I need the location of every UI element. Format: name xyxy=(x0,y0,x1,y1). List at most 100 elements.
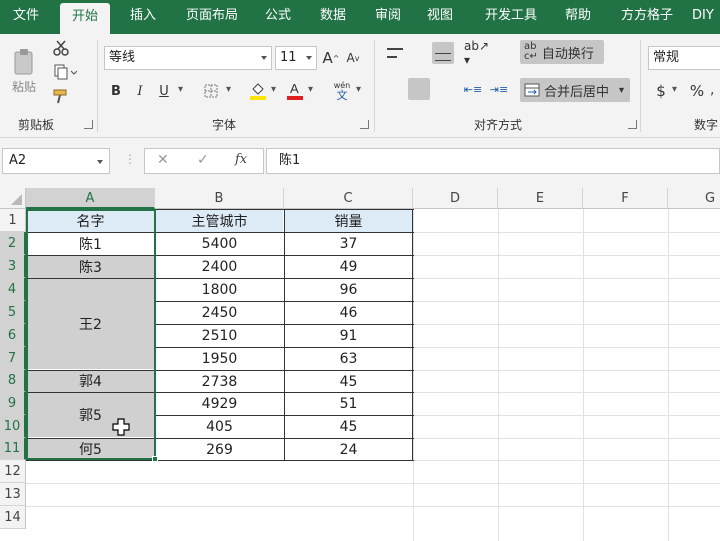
alignment-launcher-icon[interactable] xyxy=(628,120,637,129)
font-size-select[interactable]: 11 xyxy=(275,46,317,70)
comma-style-icon[interactable]: , xyxy=(710,82,714,98)
align-center-icon[interactable] xyxy=(408,78,430,100)
cell-c8[interactable]: 45 xyxy=(285,371,412,392)
row-header-13[interactable]: 13 xyxy=(0,483,26,506)
tab-formulas[interactable]: 公式 xyxy=(256,0,300,34)
row-header-4[interactable]: 4 xyxy=(0,278,26,301)
tab-fangfang[interactable]: 方方格子 xyxy=(612,0,682,34)
paste-button[interactable] xyxy=(8,42,40,82)
row-header-2[interactable]: 2 xyxy=(0,232,26,255)
orientation-button[interactable]: ab↗ ▾ xyxy=(464,39,498,67)
fill-color-button[interactable] xyxy=(246,78,270,102)
shrink-font-button[interactable]: Av xyxy=(344,46,362,70)
chevron-down-icon[interactable]: ▾ xyxy=(271,84,276,95)
row-header-14[interactable]: 14 xyxy=(0,506,26,529)
font-name-select[interactable]: 等线 xyxy=(104,46,272,70)
cell-c9[interactable]: 51 xyxy=(285,393,412,415)
cell-b7[interactable]: 1950 xyxy=(156,348,283,370)
column-header-c[interactable]: C xyxy=(284,188,413,209)
tab-help[interactable]: 帮助 xyxy=(556,0,600,34)
cell-c10[interactable]: 45 xyxy=(285,416,412,438)
cancel-icon[interactable]: ✕ xyxy=(157,152,169,168)
merge-center-button[interactable]: 合并后居中 ▾ xyxy=(520,78,630,102)
cell-b6[interactable]: 2510 xyxy=(156,325,283,347)
column-header-b[interactable]: B xyxy=(155,188,284,209)
cell-a9-merged[interactable]: 郭5 xyxy=(27,393,154,437)
cell-c1[interactable]: 销量 xyxy=(285,210,412,232)
align-top-icon[interactable] xyxy=(384,42,406,64)
cell-a3[interactable]: 陈3 xyxy=(27,256,154,278)
align-right-icon[interactable] xyxy=(432,78,454,100)
cut-button[interactable] xyxy=(50,38,72,58)
align-bottom-icon[interactable] xyxy=(432,42,454,64)
tab-insert[interactable]: 插入 xyxy=(118,0,168,34)
cell-c4[interactable]: 96 xyxy=(285,279,412,301)
chevron-down-icon[interactable]: ▾ xyxy=(356,84,361,95)
column-header-d[interactable]: D xyxy=(413,188,498,209)
row-header-10[interactable]: 10 xyxy=(0,415,26,438)
row-header-6[interactable]: 6 xyxy=(0,324,26,347)
cell-c5[interactable]: 46 xyxy=(285,302,412,324)
chevron-down-icon[interactable]: ▾ xyxy=(178,84,183,95)
row-header-12[interactable]: 12 xyxy=(0,460,26,483)
formula-input[interactable]: 陈1 xyxy=(266,148,720,174)
currency-button[interactable]: $ xyxy=(652,80,670,102)
cell-a4-merged[interactable]: 王2 xyxy=(27,279,154,369)
tab-view[interactable]: 视图 xyxy=(418,0,462,34)
column-header-g[interactable]: G xyxy=(668,188,720,209)
select-all-corner[interactable] xyxy=(0,188,26,209)
tab-developer[interactable]: 开发工具 xyxy=(474,0,548,34)
tab-diy[interactable]: DIY xyxy=(692,0,720,34)
cell-c3[interactable]: 49 xyxy=(285,256,412,278)
cell-b11[interactable]: 269 xyxy=(156,439,283,460)
column-header-a[interactable]: A xyxy=(26,188,155,209)
row-header-1[interactable]: 1 xyxy=(0,209,26,232)
decrease-indent-icon[interactable]: ⇤≡ xyxy=(462,78,484,100)
cell-b5[interactable]: 2450 xyxy=(156,302,283,324)
number-format-select[interactable]: 常规 xyxy=(648,46,720,70)
bold-button[interactable]: B xyxy=(106,80,126,102)
cell-c6[interactable]: 91 xyxy=(285,325,412,347)
format-painter-button[interactable] xyxy=(50,86,72,106)
copy-button[interactable] xyxy=(50,62,80,82)
increase-indent-icon[interactable]: ⇥≡ xyxy=(488,78,510,100)
cell-a1[interactable]: 名字 xyxy=(27,210,154,232)
cell-c7[interactable]: 63 xyxy=(285,348,412,370)
row-header-3[interactable]: 3 xyxy=(0,255,26,278)
tab-home[interactable]: 开始 xyxy=(60,3,110,34)
cell-b9[interactable]: 4929 xyxy=(156,393,283,415)
font-launcher-icon[interactable] xyxy=(360,120,369,129)
cell-b8[interactable]: 2738 xyxy=(156,371,283,392)
cell-a11[interactable]: 何5 xyxy=(27,438,154,459)
cell-b2[interactable]: 5400 xyxy=(156,233,283,255)
name-box[interactable]: A2 xyxy=(2,148,110,174)
chevron-down-icon[interactable]: ▾ xyxy=(672,84,677,95)
cell-a8[interactable]: 郭4 xyxy=(27,370,154,392)
cell-c2[interactable]: 37 xyxy=(285,233,412,255)
row-header-5[interactable]: 5 xyxy=(0,301,26,324)
row-header-7[interactable]: 7 xyxy=(0,347,26,370)
row-header-8[interactable]: 8 xyxy=(0,370,26,392)
underline-button[interactable]: U xyxy=(154,80,174,102)
tab-page-layout[interactable]: 页面布局 xyxy=(176,0,248,34)
wrap-text-button[interactable]: ab c↵ 自动换行 xyxy=(520,40,604,64)
borders-button[interactable] xyxy=(198,80,224,102)
column-header-f[interactable]: F xyxy=(583,188,668,209)
insert-function-button[interactable]: fx xyxy=(235,152,247,167)
tab-review[interactable]: 审阅 xyxy=(366,0,410,34)
cell-b10[interactable]: 405 xyxy=(156,416,283,438)
italic-button[interactable]: I xyxy=(130,80,150,102)
phonetic-guide-button[interactable]: wén 文 xyxy=(330,78,354,104)
column-header-e[interactable]: E xyxy=(498,188,583,209)
tab-data[interactable]: 数据 xyxy=(308,0,358,34)
align-left-icon[interactable] xyxy=(384,78,406,100)
align-middle-icon[interactable] xyxy=(408,42,430,64)
clipboard-launcher-icon[interactable] xyxy=(84,120,93,129)
chevron-down-icon[interactable]: ▾ xyxy=(308,84,313,95)
chevron-down-icon[interactable]: ▾ xyxy=(226,84,231,95)
font-color-button[interactable]: A xyxy=(284,78,306,102)
cell-c11[interactable]: 24 xyxy=(285,439,412,460)
cell-a2[interactable]: 陈1 xyxy=(27,233,154,255)
row-header-9[interactable]: 9 xyxy=(0,392,26,415)
tab-file[interactable]: 文件 xyxy=(0,0,52,34)
